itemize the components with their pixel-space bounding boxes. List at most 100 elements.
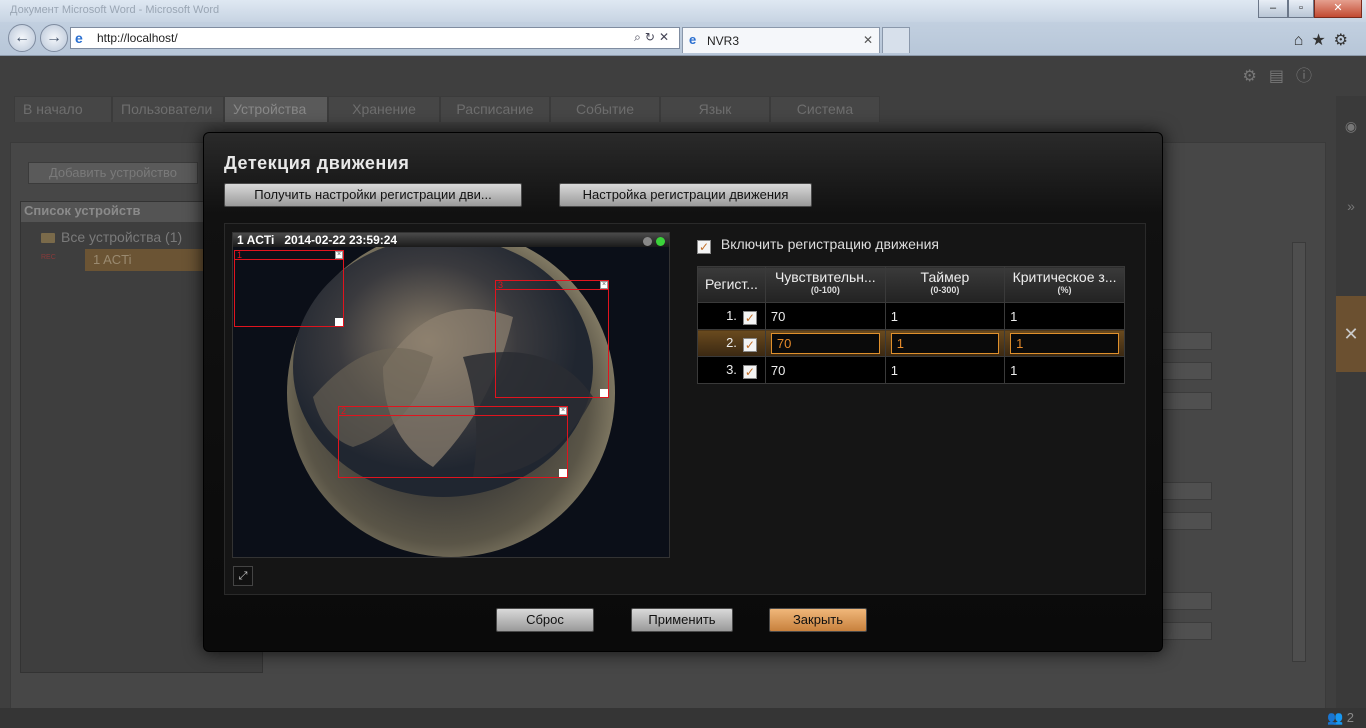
- cell-sensitivity[interactable]: 70: [764, 356, 886, 384]
- dialog-body: 1 ACTi 2014-02-22 23:59:24 1 × 3 × 2 × ⤢…: [224, 223, 1146, 595]
- background-select[interactable]: [1162, 512, 1212, 530]
- app-tabs: В начало Пользователи Устройства Хранени…: [0, 96, 880, 122]
- window-title: Документ Microsoft Word - Microsoft Word: [10, 4, 220, 16]
- tab-title: NVR3: [707, 34, 740, 48]
- table-row[interactable]: 1. ✓ 70 1 1: [697, 302, 1125, 330]
- col-header-sens-label: Чувствительн...: [774, 269, 876, 285]
- arrow-right-icon: →: [46, 29, 62, 46]
- checkmark-icon[interactable]: ✓: [697, 240, 711, 254]
- tab-users[interactable]: Пользователи: [112, 96, 224, 122]
- row-checkbox[interactable]: ✓: [742, 310, 757, 325]
- table-row-selected[interactable]: 2. ✓ 70 1 1: [697, 329, 1125, 357]
- row-index: 2. ✓: [697, 329, 766, 357]
- region-resize-handle[interactable]: [559, 469, 567, 477]
- motion-region-3[interactable]: 3 ×: [495, 280, 609, 398]
- background-select[interactable]: [1162, 332, 1212, 350]
- row-index-label: 3.: [726, 361, 737, 377]
- col-header-reg[interactable]: Регист...: [697, 266, 766, 303]
- stop-icon[interactable]: ✕: [659, 30, 673, 44]
- expand-button[interactable]: ⤢: [233, 566, 253, 586]
- camera-title: 1 ACTi 2014-02-22 23:59:24: [237, 233, 398, 247]
- get-motion-settings-button[interactable]: Получить настройки регистрации дви...: [224, 183, 522, 207]
- region-close-icon[interactable]: ×: [600, 281, 608, 289]
- motion-detection-dialog: Детекция движения Получить настройки рег…: [203, 132, 1163, 652]
- background-select[interactable]: [1162, 622, 1212, 640]
- close-button[interactable]: Закрыть: [769, 608, 867, 632]
- tab-system[interactable]: Система: [770, 96, 880, 122]
- col-header-crit-label: Критическое з...: [1012, 269, 1117, 285]
- home-icon[interactable]: ⌂: [1294, 32, 1312, 49]
- browser-chrome: Документ Microsoft Word - Microsoft Word…: [0, 0, 1366, 56]
- background-select[interactable]: [1162, 482, 1212, 500]
- region-resize-handle[interactable]: [600, 389, 608, 397]
- settings-icon[interactable]: ⚙: [1243, 68, 1269, 85]
- background-select[interactable]: [1162, 392, 1212, 410]
- col-header-sensitivity[interactable]: Чувствительн... (0-100): [764, 266, 886, 303]
- region-close-icon[interactable]: ×: [559, 407, 567, 415]
- background-select[interactable]: [1162, 592, 1212, 610]
- window-titlebar: Документ Microsoft Word - Microsoft Word: [0, 0, 1366, 22]
- cell-timer[interactable]: 1: [884, 302, 1006, 330]
- document-icon[interactable]: ▤: [1269, 68, 1296, 85]
- tab-event[interactable]: Событие: [550, 96, 660, 122]
- camera-preview[interactable]: 1 ACTi 2014-02-22 23:59:24 1 × 3 × 2 ×: [232, 232, 670, 558]
- search-icon[interactable]: ⌕: [634, 30, 645, 44]
- info-icon[interactable]: ⓘ: [1296, 68, 1324, 85]
- arrow-left-icon: ←: [14, 29, 30, 46]
- online-dot-icon: [656, 237, 665, 246]
- forward-button[interactable]: →: [40, 24, 68, 52]
- minimize-button[interactable]: –: [1258, 0, 1288, 18]
- tab-storage[interactable]: Хранение: [328, 96, 440, 122]
- col-header-timer-range: (0-300): [930, 285, 960, 295]
- address-controls[interactable]: ⌕↻✕: [634, 30, 673, 45]
- tab-devices[interactable]: Устройства: [224, 96, 328, 122]
- eye-icon[interactable]: ◉: [1342, 118, 1360, 135]
- enable-motion-checkbox[interactable]: ✓ Включить регистрацию движения: [697, 236, 939, 254]
- chevron-right-icon[interactable]: »: [1342, 198, 1360, 214]
- users-count: 2: [1346, 710, 1354, 725]
- motion-region-2[interactable]: 2 ×: [338, 406, 568, 478]
- gear-icon[interactable]: ⚙: [1334, 32, 1356, 49]
- row-checkbox[interactable]: ✓: [742, 364, 757, 379]
- col-header-critical[interactable]: Критическое з... (%): [1004, 266, 1125, 303]
- close-window-button[interactable]: ✕: [1314, 0, 1362, 18]
- critical-input[interactable]: 1: [1010, 332, 1119, 354]
- timer-input[interactable]: 1: [890, 332, 1000, 354]
- tab-home[interactable]: В начало: [14, 96, 112, 122]
- new-tab-button[interactable]: [882, 27, 910, 53]
- region-resize-handle[interactable]: [335, 318, 343, 326]
- users-indicator: 👥 2: [1327, 710, 1354, 726]
- cell-critical[interactable]: 1: [1004, 302, 1125, 330]
- dialog-title: Детекция движения: [224, 153, 410, 173]
- tab-language[interactable]: Язык: [660, 96, 770, 122]
- col-header-reg-label: Регист...: [704, 276, 758, 292]
- close-tab-icon[interactable]: ✕: [863, 33, 873, 47]
- wrench-icon[interactable]: ✕: [1336, 296, 1366, 372]
- cell-sensitivity[interactable]: 70: [764, 302, 886, 330]
- address-bar[interactable]: e http://localhost/ ⌕↻✕: [70, 27, 680, 49]
- tab-schedule[interactable]: Расписание: [440, 96, 550, 122]
- region-close-icon[interactable]: ×: [335, 251, 343, 259]
- col-header-timer[interactable]: Таймер (0-300): [884, 266, 1006, 303]
- cell-critical[interactable]: 1: [1004, 356, 1125, 384]
- apply-button[interactable]: Применить: [631, 608, 733, 632]
- add-device-button[interactable]: Добавить устройство: [28, 162, 198, 184]
- reset-button[interactable]: Сброс: [496, 608, 594, 632]
- cell-timer[interactable]: 1: [884, 356, 1006, 384]
- row-checkbox[interactable]: ✓: [742, 337, 757, 352]
- status-bar: 👥 2: [0, 708, 1366, 728]
- background-select[interactable]: [1162, 362, 1212, 380]
- col-header-crit-unit: (%): [1057, 285, 1072, 295]
- all-devices-node[interactable]: Все устройства (1): [41, 229, 182, 245]
- refresh-icon[interactable]: ↻: [645, 30, 659, 44]
- maximize-button[interactable]: ▫: [1288, 0, 1314, 18]
- sensitivity-input[interactable]: 70: [770, 332, 880, 354]
- background-scrollbar[interactable]: [1292, 242, 1306, 662]
- back-button[interactable]: ←: [8, 24, 36, 52]
- motion-region-1[interactable]: 1 ×: [234, 250, 344, 327]
- browser-tab-nvr3[interactable]: e NVR3 ✕: [682, 27, 880, 53]
- table-header-row: Регист... Чувствительн... (0-100) Таймер(…: [697, 266, 1125, 303]
- star-icon[interactable]: ★: [1311, 32, 1333, 49]
- table-row[interactable]: 3. ✓ 70 1 1: [697, 356, 1125, 384]
- motion-setup-button[interactable]: Настройка регистрации движения: [559, 183, 812, 207]
